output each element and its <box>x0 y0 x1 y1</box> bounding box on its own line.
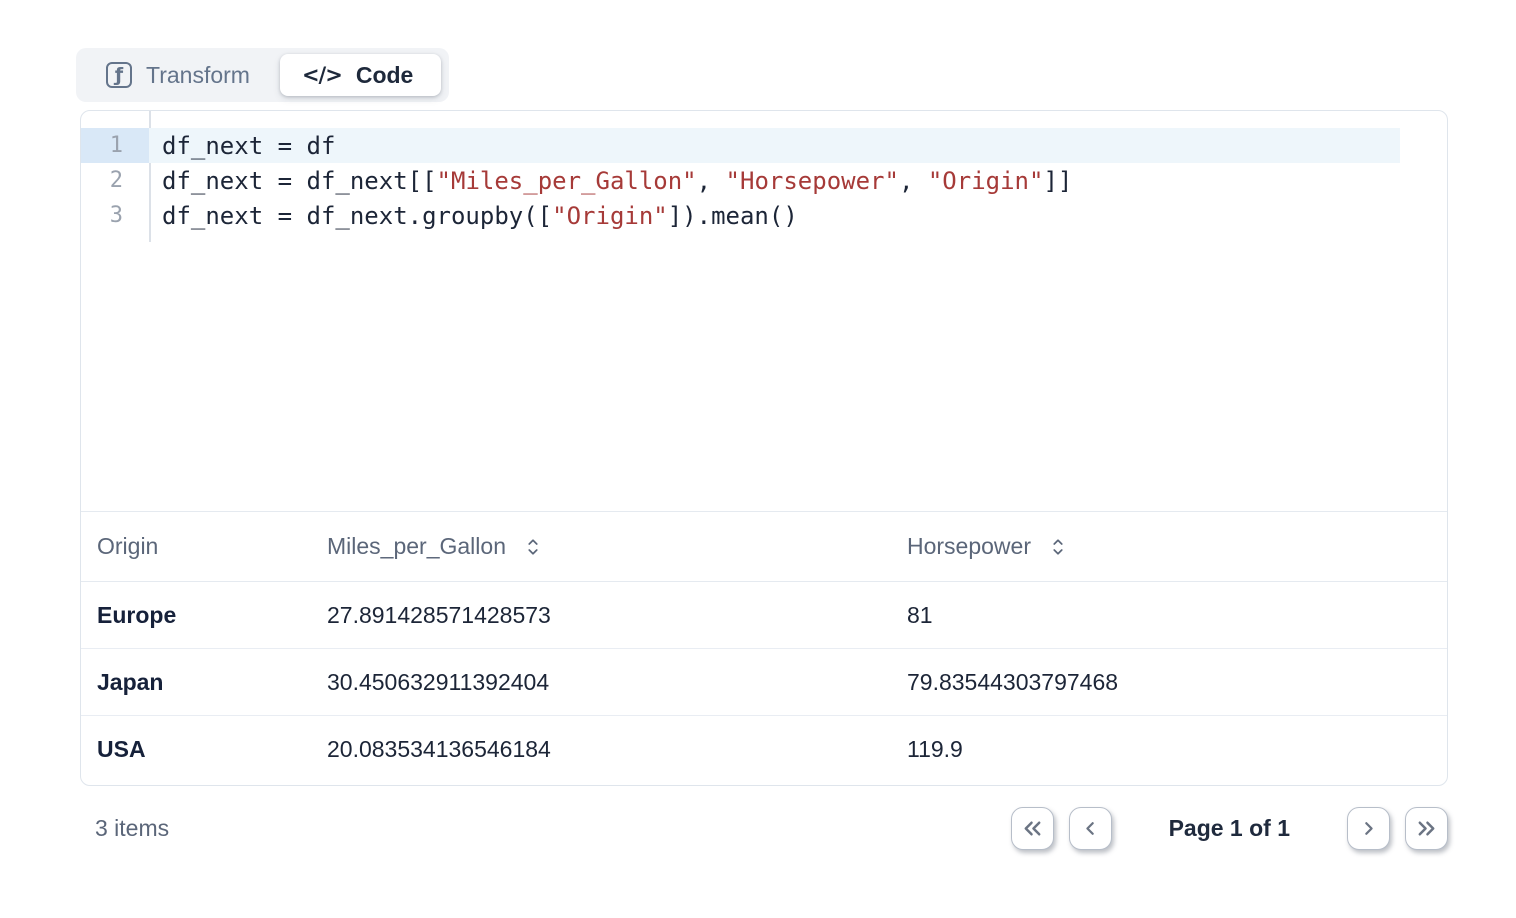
table-row: USA20.083534136546184119.9 <box>81 716 1447 783</box>
next-page-button[interactable] <box>1347 807 1390 850</box>
code-token: ]).mean() <box>668 202 798 230</box>
tab-code[interactable]: </> Code <box>280 54 441 96</box>
column-header-label: Origin <box>97 533 158 560</box>
code-token: df_next = df_next[[ <box>162 167 437 195</box>
code-token: df_next = df <box>162 132 335 160</box>
code-token: , <box>697 167 726 195</box>
code-lines: 1df_next = df2df_next = df_next[["Miles_… <box>81 128 1447 233</box>
string-token: "Origin" <box>552 202 668 230</box>
value-cell: 27.891428571428573 <box>327 602 907 629</box>
column-header-label: Miles_per_Gallon <box>327 533 506 560</box>
pagination: Page 1 of 1 <box>1011 807 1448 850</box>
first-page-button[interactable] <box>1011 807 1054 850</box>
prev-page-button[interactable] <box>1069 807 1112 850</box>
tab-transform[interactable]: ƒ Transform <box>82 54 280 96</box>
column-header-label: Horsepower <box>907 533 1031 560</box>
table-row: Europe27.89142857142857381 <box>81 582 1447 649</box>
code-editor[interactable]: 1df_next = df2df_next = df_next[["Miles_… <box>81 111 1447 512</box>
sort-icon[interactable] <box>524 537 542 557</box>
sort-icon[interactable] <box>1049 537 1067 557</box>
string-token: "Horsepower" <box>726 167 899 195</box>
column-header-horsepower[interactable]: Horsepower <box>907 533 1431 560</box>
tab-transform-label: Transform <box>146 62 250 89</box>
items-count: 3 items <box>80 815 169 842</box>
function-icon: ƒ <box>106 62 132 88</box>
line-number: 1 <box>81 128 149 163</box>
line-number: 2 <box>81 163 149 198</box>
code-line-text: df_next = df <box>149 128 1400 163</box>
chevron-left-icon <box>1080 818 1101 839</box>
page-indicator: Page 1 of 1 <box>1169 815 1290 842</box>
value-cell: 119.9 <box>907 736 1431 763</box>
code-line-text: df_next = df_next[["Miles_per_Gallon", "… <box>149 163 1400 198</box>
chevrons-right-icon <box>1415 817 1438 840</box>
value-cell: 20.083534136546184 <box>327 736 907 763</box>
value-cell: 30.450632911392404 <box>327 669 907 696</box>
code-token: ]] <box>1043 167 1072 195</box>
table-header-row: Origin Miles_per_Gallon Horsepower <box>81 512 1447 582</box>
code-token: df_next = df_next.groupby([ <box>162 202 552 230</box>
table-row: Japan30.45063291139240479.83544303797468 <box>81 649 1447 716</box>
row-label-cell: Europe <box>97 602 327 629</box>
column-header-origin: Origin <box>97 533 327 560</box>
table-footer: 3 items Page 1 of 1 <box>80 786 1448 871</box>
code-line[interactable]: 2df_next = df_next[["Miles_per_Gallon", … <box>81 163 1447 198</box>
transform-card: 1df_next = df2df_next = df_next[["Miles_… <box>80 110 1448 786</box>
row-label-cell: USA <box>97 736 327 763</box>
code-brackets-icon: </> <box>302 63 342 87</box>
code-line[interactable]: 3df_next = df_next.groupby(["Origin"]).m… <box>81 198 1447 233</box>
row-label-cell: Japan <box>97 669 327 696</box>
last-page-button[interactable] <box>1405 807 1448 850</box>
chevrons-left-icon <box>1021 817 1044 840</box>
value-cell: 81 <box>907 602 1431 629</box>
string-token: "Miles_per_Gallon" <box>437 167 697 195</box>
view-mode-tabbar: ƒ Transform </> Code <box>76 48 449 102</box>
code-line-text: df_next = df_next.groupby(["Origin"]).me… <box>149 198 1400 233</box>
string-token: "Origin" <box>928 167 1044 195</box>
code-line[interactable]: 1 df_next = df <box>81 128 1447 163</box>
line-number: 3 <box>81 198 149 233</box>
value-cell: 79.83544303797468 <box>907 669 1431 696</box>
chevron-right-icon <box>1358 818 1379 839</box>
tab-code-label: Code <box>356 62 414 89</box>
column-header-miles_per_gallon[interactable]: Miles_per_Gallon <box>327 533 907 560</box>
code-token: , <box>899 167 928 195</box>
